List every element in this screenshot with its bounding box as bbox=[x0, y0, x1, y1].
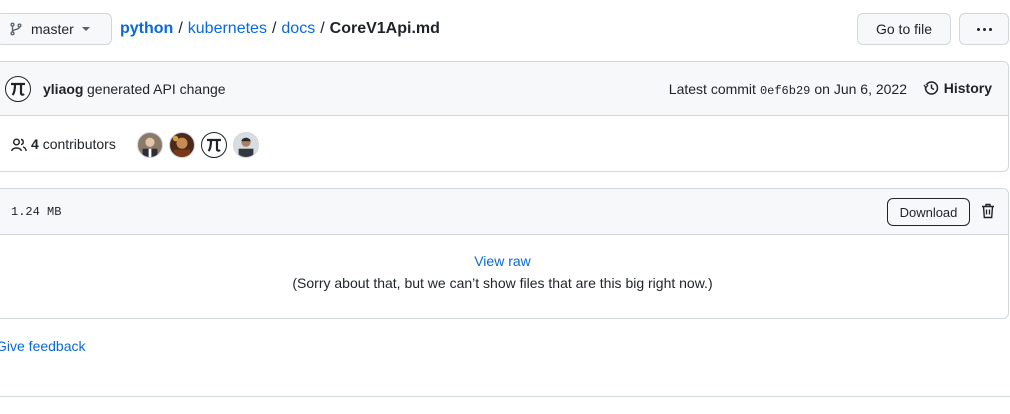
pi-logo-icon bbox=[11, 82, 25, 96]
contributor-avatars bbox=[137, 132, 259, 158]
latest-commit-info: Latest commit 0ef6b29 on Jun 6, 2022 bbox=[669, 81, 907, 98]
commit-date: on Jun 6, 2022 bbox=[814, 81, 907, 97]
breadcrumb: python / kubernetes / docs / CoreV1Api.m… bbox=[120, 13, 440, 45]
commit-box: yliaog generated API change Latest commi… bbox=[0, 61, 1009, 172]
contributors-link[interactable]: 4 contributors bbox=[31, 136, 116, 152]
breadcrumb-separator: / bbox=[178, 20, 183, 37]
branch-name: master bbox=[31, 21, 74, 37]
history-link[interactable]: History bbox=[923, 80, 992, 96]
breadcrumb-docs-link[interactable]: docs bbox=[281, 20, 315, 38]
contributors-count: 4 bbox=[31, 136, 39, 152]
commit-sha-link[interactable]: 0ef6b29 bbox=[760, 84, 810, 98]
breadcrumb-kubernetes-link[interactable]: kubernetes bbox=[188, 20, 267, 38]
more-options-button[interactable] bbox=[959, 13, 1009, 45]
caret-down-icon bbox=[81, 27, 90, 31]
branch-select-button[interactable]: master bbox=[0, 13, 112, 45]
latest-commit-label: Latest commit bbox=[668, 81, 756, 97]
file-header: master python / kubernetes / docs / Core… bbox=[0, 13, 1010, 45]
author-avatar[interactable] bbox=[5, 76, 31, 102]
git-branch-icon bbox=[10, 22, 22, 36]
go-to-file-button[interactable]: Go to file bbox=[857, 13, 951, 45]
file-viewer-header: 1.24 MB Download bbox=[0, 189, 1008, 235]
trash-icon[interactable] bbox=[981, 203, 995, 219]
commit-author-link[interactable]: yliaog bbox=[43, 81, 83, 97]
file-too-big-message: (Sorry about that, but we can’t show fil… bbox=[292, 275, 713, 291]
download-button[interactable]: Download bbox=[887, 198, 970, 226]
history-label: History bbox=[943, 80, 992, 96]
file-size: 1.24 MB bbox=[11, 205, 62, 219]
divider bbox=[0, 396, 1010, 397]
latest-commit-row: yliaog generated API change Latest commi… bbox=[0, 62, 1008, 116]
pi-logo-icon bbox=[207, 138, 221, 152]
give-feedback-link[interactable]: Give feedback bbox=[0, 338, 86, 354]
contributor-avatar[interactable] bbox=[233, 132, 259, 158]
file-viewer-body: View raw (Sorry about that, but we can’t… bbox=[0, 235, 1008, 318]
contributor-avatar[interactable] bbox=[169, 132, 195, 158]
file-viewer: 1.24 MB Download View raw (Sorry about t… bbox=[0, 188, 1009, 319]
breadcrumb-repo-link[interactable]: python bbox=[120, 20, 173, 38]
people-icon bbox=[11, 138, 27, 152]
history-icon bbox=[923, 81, 939, 95]
breadcrumb-separator: / bbox=[320, 20, 325, 37]
breadcrumb-separator: / bbox=[271, 20, 277, 37]
contributor-avatar[interactable] bbox=[201, 132, 227, 158]
kebab-horizontal-icon bbox=[976, 27, 992, 31]
breadcrumb-file-name: CoreV1Api.md bbox=[329, 20, 440, 37]
contributors-label: contributors bbox=[42, 136, 116, 152]
view-raw-link[interactable]: View raw bbox=[0, 253, 1008, 269]
contributor-avatar[interactable] bbox=[137, 132, 163, 158]
commit-message-link[interactable]: generated API change bbox=[87, 81, 226, 97]
contributors-row: 4 contributors bbox=[0, 116, 1008, 171]
